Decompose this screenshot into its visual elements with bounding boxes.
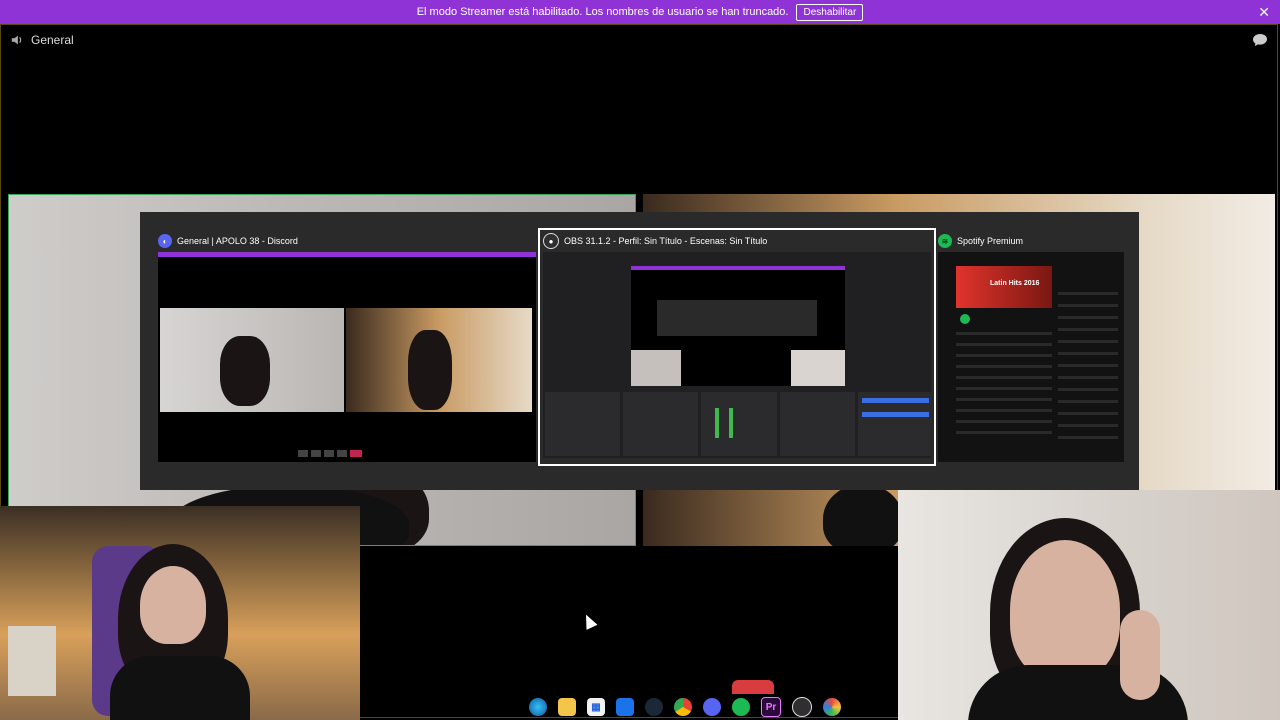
taskbar: ▦ Pr <box>500 694 870 720</box>
outlook-icon[interactable] <box>616 698 634 716</box>
thumb-banner <box>158 252 536 257</box>
edge-icon[interactable] <box>529 698 547 716</box>
participant-face <box>140 566 206 644</box>
participant-body <box>823 484 903 546</box>
obs-docks <box>545 392 931 456</box>
queue-list <box>1058 292 1118 442</box>
obs-icon[interactable] <box>792 697 812 717</box>
window-switcher: ◐ General | APOLO 38 - Discord ● OBS 31.… <box>140 212 1139 490</box>
steam-icon[interactable] <box>645 698 663 716</box>
speaker-icon <box>11 35 22 45</box>
spotify-icon: ≋ <box>938 234 952 248</box>
banner-message: El modo Streamer está habilitado. Los no… <box>416 6 789 18</box>
chrome-icon[interactable] <box>674 698 692 716</box>
disable-streamer-mode-button[interactable]: Deshabilitar <box>796 3 864 21</box>
channel-header: General <box>0 24 1280 56</box>
playlist-header: Latin Hits 2016 <box>956 266 1052 308</box>
premiere-icon[interactable]: Pr <box>761 697 781 717</box>
mouse-cursor <box>580 612 598 630</box>
spotify-icon[interactable] <box>732 698 750 716</box>
video-tile-self[interactable] <box>0 506 360 720</box>
obs-preview <box>631 266 845 386</box>
participant-body <box>110 656 250 720</box>
play-button <box>960 314 970 324</box>
participant-hand <box>1120 610 1160 700</box>
discord-icon[interactable] <box>703 698 721 716</box>
app-icon[interactable] <box>823 698 841 716</box>
window-title: Spotify Premium <box>957 236 1024 246</box>
switcher-window-discord[interactable]: ◐ General | APOLO 38 - Discord <box>158 230 536 462</box>
call-controls <box>490 680 780 694</box>
radiator <box>8 626 56 696</box>
channel-name: General <box>31 33 74 47</box>
thumb-tile <box>160 308 344 412</box>
playlist-title: Latin Hits 2016 <box>990 280 1040 287</box>
video-tile[interactable] <box>898 490 1280 720</box>
switcher-window-obs[interactable]: ● OBS 31.1.2 - Perfil: Sin Título - Esce… <box>538 228 936 466</box>
window-thumbnail <box>158 252 536 462</box>
disconnect-button[interactable] <box>732 680 774 694</box>
discord-icon: ◐ <box>158 234 172 248</box>
window-thumbnail <box>543 252 931 458</box>
thumb-tile <box>346 308 532 412</box>
participant-face <box>1010 540 1120 680</box>
obs-icon: ● <box>543 233 559 249</box>
chat-bubble-icon[interactable] <box>1252 33 1268 47</box>
window-title: OBS 31.1.2 - Perfil: Sin Título - Escena… <box>564 236 768 246</box>
window-thumbnail: Latin Hits 2016 <box>938 252 1124 462</box>
close-icon[interactable]: ✕ <box>1258 4 1270 21</box>
file-explorer-icon[interactable] <box>558 698 576 716</box>
streamer-mode-banner: El modo Streamer está habilitado. Los no… <box>0 0 1280 24</box>
switcher-window-spotify[interactable]: ≋ Spotify Premium Latin Hits 2016 <box>938 230 1124 462</box>
window-title: General | APOLO 38 - Discord <box>177 236 298 246</box>
track-list <box>956 332 1052 442</box>
store-icon[interactable]: ▦ <box>587 698 605 716</box>
